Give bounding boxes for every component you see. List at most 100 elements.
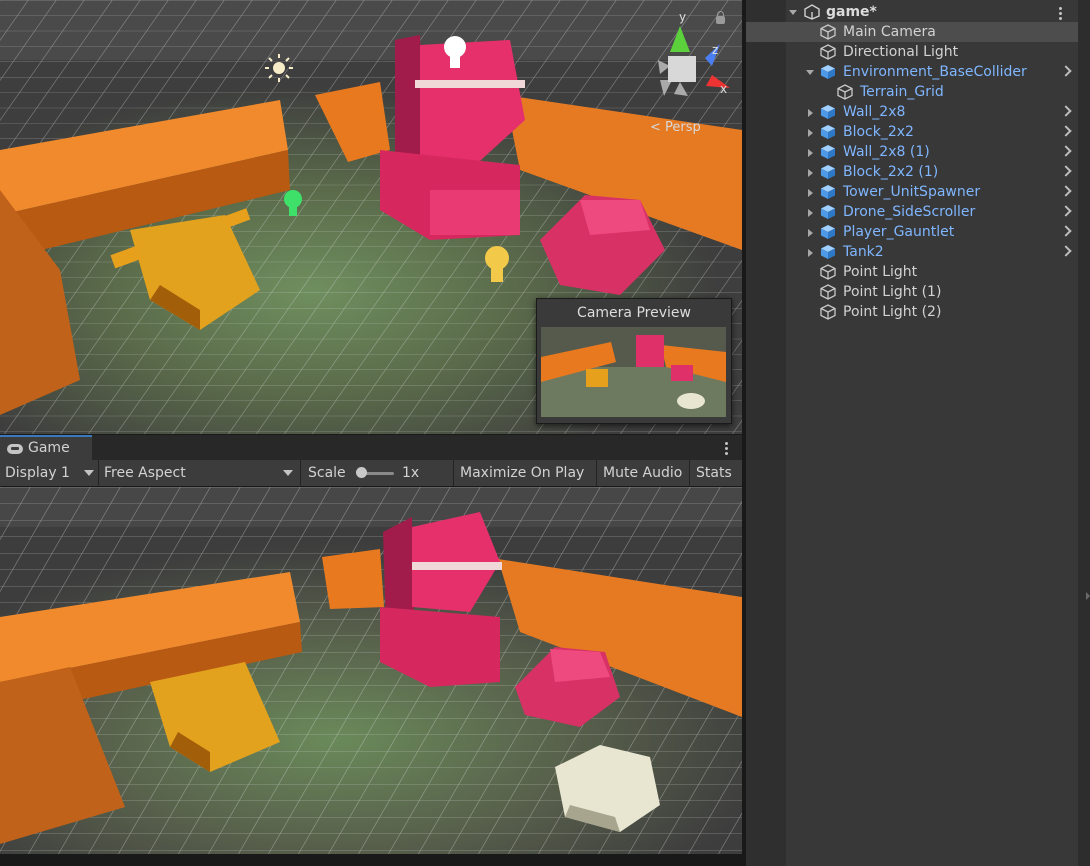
prefab-cube-icon: [821, 225, 835, 239]
hierarchy-item[interactable]: Point Light: [746, 262, 1078, 282]
fold-arrow-icon[interactable]: [808, 109, 813, 117]
camera-preview-title: Camera Preview: [577, 305, 691, 321]
fold-arrow-icon[interactable]: [806, 70, 814, 75]
tab-game-label: Game: [28, 440, 70, 456]
fold-arrow-icon[interactable]: [789, 10, 797, 15]
hierarchy-item-label: Point Light (1): [843, 284, 942, 300]
chevron-right-icon[interactable]: [1060, 245, 1072, 257]
gameobject-cube-icon: [820, 44, 836, 60]
prefab-cube-icon: [821, 245, 835, 259]
hierarchy-item[interactable]: Terrain_Grid: [746, 82, 1078, 102]
bottom-strip: [0, 854, 742, 866]
gizmo-axis-y[interactable]: y: [679, 10, 686, 24]
gizmo-axis-z[interactable]: z: [712, 43, 718, 57]
fold-arrow-icon[interactable]: [808, 149, 813, 157]
hierarchy-item[interactable]: Block_2x2 (1): [746, 162, 1078, 182]
prefab-cube-icon: [821, 205, 835, 219]
game-toolbar: Display 1 Free Aspect Scale 1x Maximize …: [0, 460, 742, 487]
prefab-cube-icon: [837, 84, 853, 100]
kebab-menu-icon[interactable]: [725, 441, 729, 457]
stats-toggle[interactable]: Stats: [691, 460, 742, 486]
hierarchy-panel: game* Main Camera Directional Light Enviro…: [746, 0, 1078, 866]
prefab-cube-icon: [821, 65, 835, 79]
scene-name: game*: [826, 4, 877, 20]
hierarchy-item[interactable]: Point Light (2): [746, 302, 1078, 322]
chevron-right-icon[interactable]: [1060, 205, 1072, 217]
hierarchy-item-label: Environment_BaseCollider: [843, 64, 1027, 80]
projection-toggle[interactable]: < Persp: [650, 120, 701, 135]
gameobject-cube-icon: [820, 264, 836, 280]
hierarchy-item[interactable]: Point Light (1): [746, 282, 1078, 302]
unity-scene-icon: [804, 4, 820, 20]
hierarchy-item-label: Block_2x2 (1): [843, 164, 939, 180]
chevron-right-icon[interactable]: [1060, 185, 1072, 197]
chevron-right-icon[interactable]: [1060, 165, 1072, 177]
hierarchy-item[interactable]: Wall_2x8 (1): [746, 142, 1078, 162]
prefab-cube-icon: [821, 125, 835, 139]
scene-row[interactable]: game*: [746, 2, 1078, 22]
chevron-down-icon: [84, 470, 94, 476]
display-dropdown-label: Display 1: [5, 465, 70, 481]
hierarchy-item[interactable]: Player_Gauntlet: [746, 222, 1078, 242]
fold-arrow-icon[interactable]: [808, 229, 813, 237]
hierarchy-item-label: Player_Gauntlet: [843, 224, 955, 240]
prefab-cube-icon: [821, 185, 835, 199]
scale-slider-thumb[interactable]: [356, 467, 367, 478]
chevron-right-icon[interactable]: [1060, 105, 1072, 117]
hierarchy-item-label: Wall_2x8: [843, 104, 906, 120]
gameobject-cube-icon: [820, 24, 836, 40]
hierarchy-item-label: Block_2x2: [843, 124, 914, 140]
scene-view[interactable]: y z x < Persp Camera Preview: [0, 0, 742, 434]
game-viewport-render[interactable]: [0, 487, 742, 854]
prefab-cube-icon: [821, 145, 835, 159]
chevron-right-icon[interactable]: [1060, 145, 1072, 157]
hierarchy-item[interactable]: Drone_SideScroller: [746, 202, 1078, 222]
hierarchy-item-label: Main Camera: [843, 24, 936, 40]
game-viewport[interactable]: [0, 487, 742, 854]
hierarchy-item-label: Drone_SideScroller: [843, 204, 976, 220]
fold-arrow-icon[interactable]: [808, 209, 813, 217]
game-tab-bar: Game: [0, 434, 742, 461]
hierarchy-item-label: Wall_2x8 (1): [843, 144, 930, 160]
fold-arrow-icon[interactable]: [808, 189, 813, 197]
hierarchy-item-label: Tower_UnitSpawner: [843, 184, 981, 200]
fold-arrow-icon[interactable]: [808, 249, 813, 257]
chevron-right-icon[interactable]: [1060, 65, 1072, 77]
hierarchy-item[interactable]: Block_2x2: [746, 122, 1078, 142]
scroll-arrow-icon[interactable]: [1086, 592, 1090, 600]
camera-preview: Camera Preview: [536, 298, 732, 424]
tab-game[interactable]: Game: [0, 435, 92, 461]
hierarchy-item[interactable]: Environment_BaseCollider: [746, 62, 1078, 82]
hierarchy-item[interactable]: Tower_UnitSpawner: [746, 182, 1078, 202]
gameobject-cube-icon: [820, 284, 836, 300]
chevron-right-icon[interactable]: [1060, 225, 1072, 237]
hierarchy-item-label: Terrain_Grid: [860, 84, 944, 100]
block-2x2: [322, 549, 384, 609]
chevron-down-icon: [283, 470, 293, 476]
gamepad-icon: [7, 444, 23, 454]
gameobject-cube-icon: [820, 304, 836, 320]
hierarchy-item-label: Point Light: [843, 264, 918, 280]
hierarchy-item[interactable]: Tank2: [746, 242, 1078, 262]
prefab-cube-icon: [821, 105, 835, 119]
gizmo-axis-x[interactable]: x: [720, 82, 727, 96]
camera-preview-image: [541, 327, 726, 417]
hierarchy-item-label: Point Light (2): [843, 304, 942, 320]
display-dropdown[interactable]: Display 1: [0, 460, 99, 486]
maximize-on-play-toggle[interactable]: Maximize On Play: [455, 460, 597, 486]
chevron-right-icon[interactable]: [1060, 125, 1072, 137]
scrollbar[interactable]: [1078, 0, 1090, 866]
hierarchy-item[interactable]: Wall_2x8: [746, 102, 1078, 122]
hierarchy-item-label: Tank2: [843, 244, 884, 260]
lock-icon[interactable]: [716, 11, 725, 24]
hierarchy-item[interactable]: Directional Light: [746, 42, 1078, 62]
fold-arrow-icon[interactable]: [808, 169, 813, 177]
prefab-cube-icon: [821, 165, 835, 179]
hierarchy-item[interactable]: Main Camera: [746, 22, 1078, 42]
kebab-menu-icon[interactable]: [1059, 6, 1063, 22]
aspect-dropdown-label: Free Aspect: [104, 465, 186, 481]
hierarchy-item-label: Directional Light: [843, 44, 959, 60]
mute-audio-toggle[interactable]: Mute Audio: [598, 460, 690, 486]
aspect-dropdown[interactable]: Free Aspect: [99, 460, 301, 486]
fold-arrow-icon[interactable]: [808, 129, 813, 137]
